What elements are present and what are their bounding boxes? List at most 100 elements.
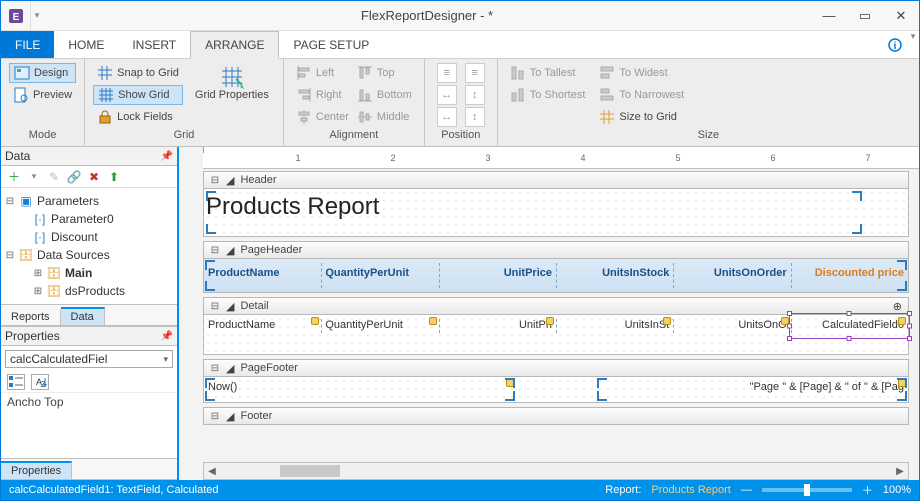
tab-properties[interactable]: Properties — [1, 461, 72, 479]
vspace-inc-button[interactable]: ↕ — [461, 85, 489, 105]
collapse-icon[interactable]: ◢ — [226, 244, 234, 257]
design-button[interactable]: Design — [9, 63, 76, 83]
tree-node-parameters[interactable]: ⊟ ▣ Parameters — [5, 192, 173, 210]
band-footer[interactable]: ⊟◢Footer — [203, 407, 909, 425]
col-unitsinstock[interactable]: UnitsInStock — [556, 259, 673, 292]
align-top-button[interactable]: Top — [353, 63, 416, 83]
expander-icon[interactable]: ⊞ — [33, 286, 43, 297]
vspace-dec-button[interactable]: ↕ — [461, 107, 489, 127]
group-label-mode: Mode — [9, 129, 76, 144]
collapse-icon[interactable]: ◢ — [226, 362, 234, 375]
zoom-out-button[interactable]: — — [741, 484, 752, 496]
collapse-icon[interactable]: ◢ — [226, 174, 234, 187]
zoom-slider[interactable] — [762, 488, 852, 492]
hspace-inc-button[interactable]: ↔ — [433, 85, 461, 105]
categorized-icon[interactable] — [7, 374, 25, 390]
band-header[interactable]: ⊟◢Header Products Report — [203, 171, 909, 237]
pushpin-icon[interactable]: 📌 — [161, 151, 173, 162]
close-button[interactable]: ✕ — [883, 1, 919, 31]
scroll-right-icon[interactable]: ▶ — [892, 466, 908, 477]
hspace-equal-button[interactable]: ≡ — [433, 63, 461, 83]
scroll-thumb[interactable] — [280, 465, 340, 477]
scroll-left-icon[interactable]: ◀ — [204, 466, 220, 477]
add-icon[interactable]: ＋ — [7, 170, 21, 184]
expander-icon[interactable]: ⊟ — [5, 196, 15, 207]
link-icon[interactable]: 🔗 — [67, 170, 81, 184]
align-center-button[interactable]: Center — [292, 107, 353, 127]
grid-properties-button[interactable]: Grid Properties — [189, 63, 275, 103]
collapse-icon[interactable]: ◢ — [226, 410, 234, 423]
horizontal-scrollbar[interactable]: ◀ ▶ — [203, 462, 909, 480]
align-left-button[interactable]: Left — [292, 63, 353, 83]
field-now[interactable]: Now() — [204, 377, 516, 402]
qat-dropdown[interactable]: ▾ — [31, 10, 43, 21]
field-unitsinstock[interactable]: UnitsInSt — [556, 315, 673, 337]
delete-icon[interactable]: ✖ — [87, 170, 101, 184]
tab-home[interactable]: HOME — [54, 31, 118, 58]
col-quantityperunit[interactable]: QuantityPerUnit — [321, 259, 438, 292]
expander-icon[interactable]: ⊟ — [210, 301, 220, 312]
band-pageheader[interactable]: ⊟◢PageHeader ProductName QuantityPerUnit… — [203, 241, 909, 293]
expander-icon[interactable]: ⊟ — [210, 175, 220, 186]
to-tallest-button[interactable]: To Tallest — [506, 63, 590, 83]
field-productname[interactable]: ProductName — [204, 315, 321, 337]
report-title-field[interactable]: Products Report — [204, 189, 908, 225]
anchor-icon[interactable]: ⊕ — [893, 300, 902, 313]
expander-icon[interactable]: ⊟ — [210, 363, 220, 374]
field-unitsonorder[interactable]: UnitsOnO — [673, 315, 790, 337]
vspace-equal-button[interactable]: ≡ — [461, 63, 489, 83]
up-icon[interactable]: ⬆ — [107, 170, 121, 184]
collapse-icon[interactable]: ◢ — [226, 300, 234, 313]
lock-fields-button[interactable]: Lock Fields — [93, 107, 183, 127]
tree-node-parameter0[interactable]: [·] Parameter0 — [33, 210, 173, 228]
property-row-anchor[interactable]: Ancho Top — [1, 392, 177, 411]
tree-node-dsproducts[interactable]: ⊞ 🗄 dsProducts — [33, 282, 173, 300]
help-icon[interactable]: i — [883, 31, 907, 58]
maximize-button[interactable]: ▭ — [847, 1, 883, 31]
show-grid-button[interactable]: Show Grid — [93, 85, 183, 105]
field-unitprice[interactable]: UnitPri — [439, 315, 556, 337]
align-bottom-button[interactable]: Bottom — [353, 85, 416, 105]
expander-icon[interactable]: ⊟ — [210, 411, 220, 422]
tab-arrange[interactable]: ARRANGE — [190, 31, 279, 59]
minimize-button[interactable]: — — [811, 1, 847, 31]
tab-file[interactable]: FILE — [1, 31, 54, 58]
tab-reports[interactable]: Reports — [1, 309, 61, 325]
tab-data[interactable]: Data — [61, 307, 105, 325]
expander-icon[interactable]: ⊞ — [33, 268, 43, 279]
pushpin-icon[interactable]: 📌 — [161, 331, 173, 342]
parameter-icon: [·] — [33, 230, 47, 244]
col-unitprice[interactable]: UnitPrice — [439, 259, 556, 292]
field-pagenum[interactable]: "Page " & [Page] & " of " & [Pag — [596, 377, 908, 402]
align-middle-button[interactable]: Middle — [353, 107, 416, 127]
field-quantityperunit[interactable]: QuantityPerUnit — [321, 315, 438, 337]
to-widest-button[interactable]: To Widest — [595, 63, 688, 83]
to-shortest-button[interactable]: To Shortest — [506, 85, 590, 105]
field-calculatedfield0[interactable]: CalculatedField0 — [791, 315, 908, 337]
col-productname[interactable]: ProductName — [204, 259, 321, 292]
alphabetical-icon[interactable]: AZ — [31, 374, 49, 390]
align-right-button[interactable]: Right — [292, 85, 353, 105]
size-to-grid-button[interactable]: Size to Grid — [595, 107, 688, 127]
col-unitsonorder[interactable]: UnitsOnOrder — [673, 259, 790, 292]
tab-insert[interactable]: INSERT — [118, 31, 190, 58]
expander-icon[interactable]: ⊟ — [5, 250, 15, 261]
tab-pagesetup[interactable]: PAGE SETUP — [279, 31, 383, 58]
band-detail[interactable]: ⊟◢Detail ⊕ ProductName QuantityPerUnit U… — [203, 297, 909, 355]
hspace-dec-button[interactable]: ↔ — [433, 107, 461, 127]
add-dropdown-icon[interactable]: ▾ — [27, 170, 41, 184]
edit-icon[interactable]: ✎ — [47, 170, 61, 184]
properties-selector[interactable]: calcCalculatedFiel ▾ — [5, 350, 173, 368]
preview-button[interactable]: Preview — [9, 85, 76, 105]
col-discountedprice[interactable]: Discounted price — [791, 259, 908, 292]
ribbon-collapse-icon[interactable]: ▾ — [907, 31, 919, 58]
tree-node-datasources[interactable]: ⊟ 🗄 Data Sources — [5, 246, 173, 264]
tree-node-main[interactable]: ⊞ 🗄 Main — [33, 264, 173, 282]
to-narrowest-button[interactable]: To Narrowest — [595, 85, 688, 105]
snap-to-grid-button[interactable]: Snap to Grid — [93, 63, 183, 83]
tree-node-discount[interactable]: [·] Discount — [33, 228, 173, 246]
selection-box[interactable] — [789, 313, 910, 339]
zoom-in-button[interactable]: ＋ — [862, 482, 873, 498]
expander-icon[interactable]: ⊟ — [210, 245, 220, 256]
band-pagefooter[interactable]: ⊟◢PageFooter Now() "Page " & [Page] & " … — [203, 359, 909, 403]
